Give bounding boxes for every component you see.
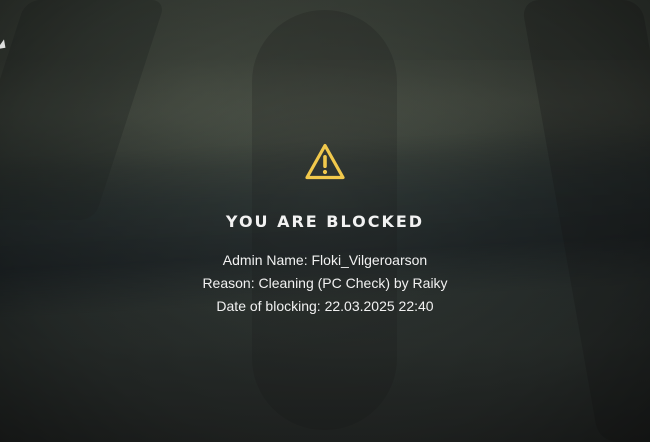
reason-value: Cleaning (PC Check) by Raiky (258, 275, 448, 291)
date-of-blocking-line: Date of blocking: 22.03.2025 22:40 (0, 295, 650, 318)
block-details: Admin Name: Floki_Vilgeroarson Reason: C… (0, 249, 650, 318)
date-of-blocking-label: Date of blocking: (216, 298, 325, 314)
warning-triangle-icon (303, 140, 347, 184)
blocked-screen: YOU ARE BLOCKED Admin Name: Floki_Vilger… (0, 0, 650, 442)
block-notice: YOU ARE BLOCKED Admin Name: Floki_Vilger… (0, 140, 650, 318)
reason-label: Reason: (202, 275, 259, 291)
date-of-blocking-value: 22.03.2025 22:40 (324, 298, 434, 314)
reason-line: Reason: Cleaning (PC Check) by Raiky (0, 272, 650, 295)
admin-name-value: Floki_Vilgeroarson (311, 252, 428, 268)
admin-name-label: Admin Name: (222, 252, 312, 268)
admin-name-line: Admin Name: Floki_Vilgeroarson (0, 249, 650, 272)
block-title: YOU ARE BLOCKED (225, 212, 425, 231)
